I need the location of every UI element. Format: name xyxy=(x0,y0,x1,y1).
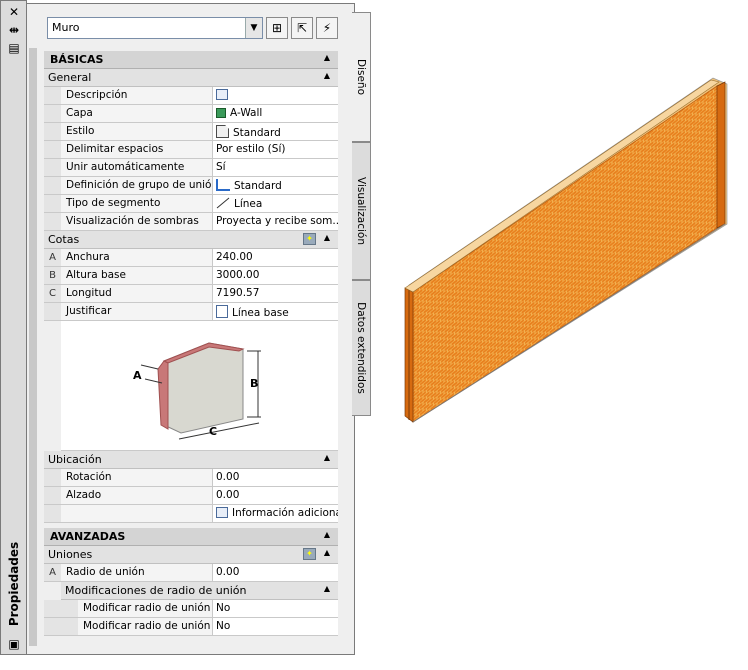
property-row-rotation[interactable]: Rotación 0.00 xyxy=(44,469,338,487)
property-row-join-group[interactable]: Definición de grupo de unión Standard xyxy=(44,177,338,195)
quick-select-icon: ⊞ xyxy=(271,21,283,35)
group-dimensions[interactable]: Cotas ✦ ▲ xyxy=(44,231,338,249)
group-general[interactable]: General ▲ xyxy=(44,69,338,87)
property-row-length[interactable]: C Longitud 7190.57 xyxy=(44,285,338,303)
collapse-icon[interactable]: ▲ xyxy=(324,584,330,593)
group-join-radius-overrides[interactable]: Modificaciones de radio de unión ▲ xyxy=(61,582,338,600)
pickadd-icon: ⚡ xyxy=(322,21,332,35)
collapse-icon[interactable]: ▲ xyxy=(324,548,330,557)
quick-select-button[interactable]: ⊞ xyxy=(266,17,288,39)
property-row-elevation[interactable]: Alzado 0.00 xyxy=(44,487,338,505)
group-location[interactable]: Ubicación ▲ xyxy=(44,451,338,469)
dimension-label-b: B xyxy=(250,377,258,390)
property-row-override-1[interactable]: Modificar radio de unión ... No xyxy=(44,600,338,618)
category-advanced[interactable]: AVANZADAS ▲ xyxy=(44,528,338,546)
object-type-selector[interactable]: Muro ▼ xyxy=(47,17,263,39)
dimension-label-a: A xyxy=(133,369,142,382)
collapse-icon[interactable]: ▲ xyxy=(324,53,330,62)
palette-scrollbar[interactable] xyxy=(29,48,37,646)
palette-title: Propiedades xyxy=(7,541,21,627)
property-row-bound-spaces[interactable]: Delimitar espacios Por estilo (Sí) xyxy=(44,141,338,159)
wall-diagram-illustration: B C A xyxy=(133,342,261,440)
collapse-icon[interactable]: ▲ xyxy=(324,530,330,539)
properties-menu-icon[interactable]: ▤ xyxy=(7,41,21,55)
info-icon[interactable] xyxy=(216,507,228,518)
property-row-description[interactable]: Descripción xyxy=(44,87,338,105)
property-row-override-2[interactable]: Modificar radio de unión ... No xyxy=(44,618,338,636)
tab-design[interactable]: Diseño xyxy=(352,12,371,142)
category-basic[interactable]: BÁSICAS ▲ xyxy=(44,51,338,69)
join-group-icon xyxy=(216,179,230,191)
dimension-label-c: C xyxy=(209,425,217,438)
property-row-justify[interactable]: Justificar Línea base xyxy=(44,303,338,321)
autohide-icon[interactable]: ⇹ xyxy=(7,23,21,37)
tab-extended-data[interactable]: Datos extendidos xyxy=(352,280,371,416)
property-row-base-height[interactable]: B Altura base 3000.00 xyxy=(44,267,338,285)
property-row-additional-info[interactable]: Información adicional xyxy=(44,505,338,523)
group-joins[interactable]: Uniones ✦ ▲ xyxy=(44,546,338,564)
toggle-pickadd-button[interactable]: ⚡ xyxy=(316,17,338,39)
palette-menu-icon[interactable]: ▣ xyxy=(7,637,21,651)
palette-title-bar: ✕ ⇹ ▤ Propiedades ▣ xyxy=(0,0,27,655)
lightbulb-icon[interactable]: ✦ xyxy=(303,548,316,560)
select-objects-icon: ⇱ xyxy=(296,21,308,35)
property-row-cleanup[interactable]: Unir automáticamente Sí xyxy=(44,159,338,177)
property-row-segment-type[interactable]: Tipo de segmento Línea xyxy=(44,195,338,213)
property-row-layer[interactable]: Capa A-Wall xyxy=(44,105,338,123)
property-row-width[interactable]: A Anchura 240.00 xyxy=(44,249,338,267)
collapse-icon[interactable]: ▲ xyxy=(324,453,330,462)
line-segment-icon xyxy=(216,197,230,209)
chevron-down-icon[interactable]: ▼ xyxy=(245,18,262,38)
description-icon[interactable] xyxy=(216,89,228,100)
property-row-style[interactable]: Estilo Standard xyxy=(44,123,338,141)
select-objects-button[interactable]: ⇱ xyxy=(291,17,313,39)
property-row-shadow[interactable]: Visualización de sombras Proyecta y reci… xyxy=(44,213,338,231)
close-icon[interactable]: ✕ xyxy=(7,5,21,19)
collapse-icon[interactable]: ▲ xyxy=(324,233,330,242)
layer-color-icon xyxy=(216,108,226,118)
property-grid: BÁSICAS ▲ General ▲ Descripción Capa A-W… xyxy=(44,51,338,636)
brick-wall-3d-view xyxy=(404,77,728,423)
justify-icon xyxy=(216,305,228,318)
style-icon xyxy=(216,125,229,138)
properties-palette: Muro ▼ ⊞ ⇱ ⚡ BÁSICAS ▲ General ▲ Descrip… xyxy=(27,3,355,655)
tab-display[interactable]: Visualización xyxy=(352,142,371,280)
wall-dimension-diagram: B C A xyxy=(61,321,338,451)
collapse-icon[interactable]: ▲ xyxy=(324,71,330,80)
property-row-join-radius[interactable]: A Radio de unión 0.00 xyxy=(44,564,338,582)
object-type-value: Muro xyxy=(52,21,80,34)
lightbulb-icon[interactable]: ✦ xyxy=(303,233,316,245)
